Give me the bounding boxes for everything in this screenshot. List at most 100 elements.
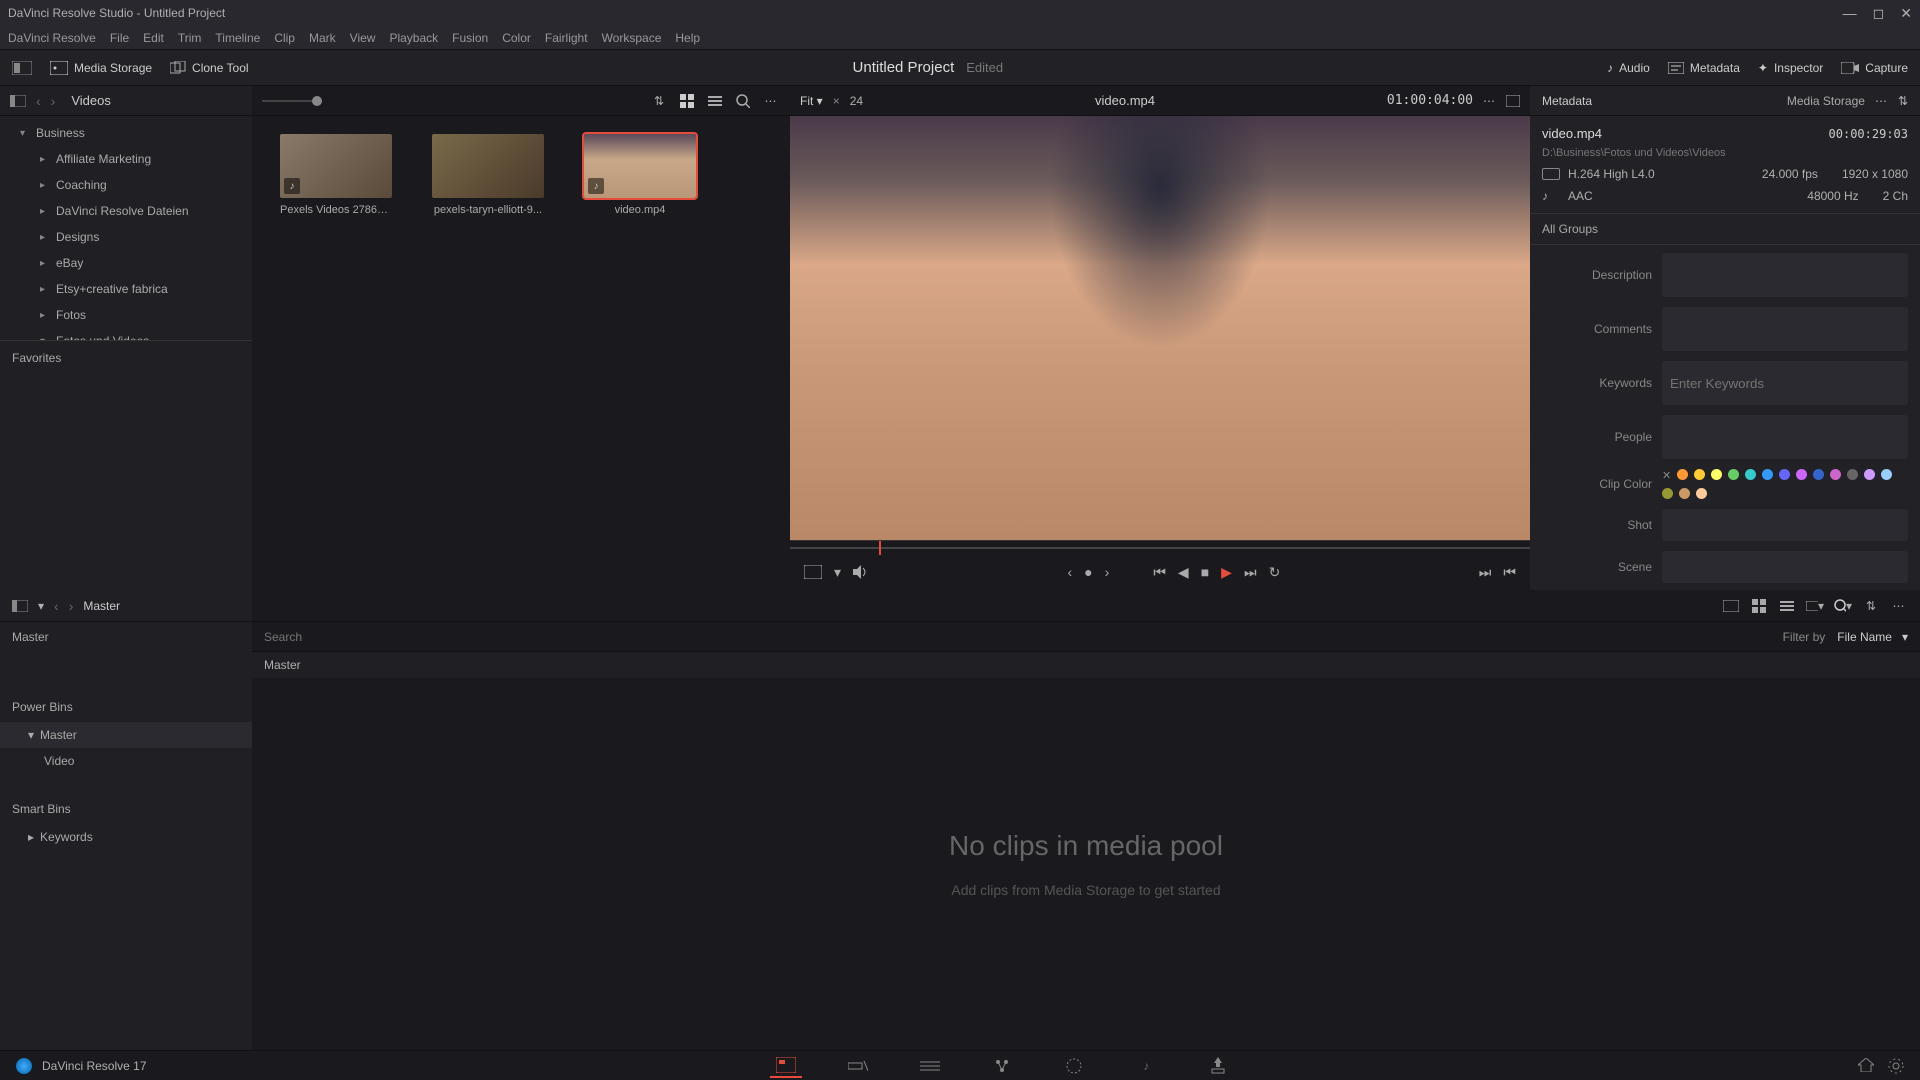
search-icon[interactable] [734,93,752,109]
menu-fairlight[interactable]: Fairlight [545,31,588,45]
fairlight-page-icon[interactable]: ♪ [1130,1054,1162,1078]
thumbnail-item[interactable]: ♪ Pexels Videos 2786S... [280,134,392,216]
color-swatch[interactable] [1679,488,1690,499]
smartbin-keywords[interactable]: ▸Keywords [0,824,252,850]
go-start-icon[interactable]: ⏮ [1153,564,1166,581]
color-swatch[interactable] [1745,469,1756,480]
menu-file[interactable]: File [110,31,129,45]
tree-item-affiliate[interactable]: ▸Affiliate Marketing [0,146,252,172]
close-button[interactable]: ✕ [1900,5,1912,22]
sort-icon[interactable]: ⇅ [650,93,668,109]
color-page-icon[interactable] [1058,1054,1090,1078]
deliver-page-icon[interactable] [1202,1054,1234,1078]
pool-search-icon[interactable]: ▾ [1834,598,1852,614]
menu-workspace[interactable]: Workspace [602,31,662,45]
inspector-button[interactable]: ✦ Inspector [1758,61,1823,75]
pool-nav-back-icon[interactable]: ‹ [54,598,59,614]
next-marker-icon[interactable]: › [1105,564,1110,580]
people-input[interactable] [1662,415,1908,459]
pool-aspect-icon[interactable]: ▾ [1806,598,1824,614]
pool-nav-forward-icon[interactable]: › [69,598,74,614]
nav-back-icon[interactable]: ‹ [36,93,41,109]
loop-icon[interactable]: ↻ [1269,564,1281,581]
viewer-expand-icon[interactable] [1506,95,1520,107]
cut-page-icon[interactable] [842,1054,874,1078]
powerbin-video[interactable]: Video [0,748,252,774]
color-swatch[interactable] [1728,469,1739,480]
menu-help[interactable]: Help [675,31,700,45]
tree-item-business[interactable]: ▾Business [0,120,252,146]
nav-forward-icon[interactable]: › [51,93,56,109]
menu-clip[interactable]: Clip [274,31,295,45]
playhead[interactable] [879,541,881,555]
viewer-more-icon[interactable]: ⋯ [1483,94,1496,108]
pool-list-icon[interactable] [1778,598,1796,614]
in-point-icon[interactable]: ⏭ [1479,564,1492,581]
powerbin-master[interactable]: ▾Master [0,722,252,748]
filter-dropdown[interactable]: File Name ▾ [1837,630,1908,644]
color-swatch[interactable] [1796,469,1807,480]
color-swatch[interactable] [1830,469,1841,480]
clone-tool-button[interactable]: Clone Tool [170,61,248,75]
prev-marker-icon[interactable]: ‹ [1068,564,1073,580]
tree-item-coaching[interactable]: ▸Coaching [0,172,252,198]
pool-panel-icon[interactable] [12,600,28,612]
thumbnail-item[interactable]: pexels-taryn-elliott-9... [432,134,544,216]
pool-dropdown-icon[interactable]: ▾ [38,599,44,613]
comments-input[interactable] [1662,307,1908,351]
color-swatch[interactable] [1694,469,1705,480]
scene-input[interactable] [1662,551,1908,583]
capture-button[interactable]: Capture [1841,61,1908,75]
pool-thumb-icon[interactable] [1722,598,1740,614]
fit-dropdown[interactable]: Fit ▾ [800,94,823,108]
color-swatch[interactable] [1762,469,1773,480]
pool-search-input[interactable] [264,630,1771,644]
menu-color[interactable]: Color [502,31,531,45]
pool-grid-icon[interactable] [1750,598,1768,614]
panel-toggle-icon[interactable] [12,61,32,75]
color-swatch[interactable] [1881,469,1892,480]
tree-item-designs[interactable]: ▸Designs [0,224,252,250]
play-icon[interactable]: ▶ [1221,564,1232,581]
grid-view-icon[interactable] [678,93,696,109]
home-icon[interactable] [1858,1058,1874,1074]
color-swatch[interactable] [1677,469,1688,480]
go-end-icon[interactable]: ⏭ [1244,564,1257,581]
settings-icon[interactable] [1888,1058,1904,1074]
play-reverse-icon[interactable]: ◀ [1178,564,1189,581]
metadata-more-icon[interactable]: ⋯ [1875,94,1888,108]
fusion-page-icon[interactable] [986,1054,1018,1078]
pool-more-icon[interactable]: ⋯ [1890,598,1908,614]
color-swatch[interactable] [1696,488,1707,499]
tree-item-fotos-videos[interactable]: ▾Fotos und Videos [0,328,252,340]
color-swatch[interactable] [1779,469,1790,480]
description-input[interactable] [1662,253,1908,297]
menu-edit[interactable]: Edit [143,31,164,45]
minimize-button[interactable]: — [1843,5,1857,22]
viewer-canvas[interactable] [790,116,1530,540]
edit-page-icon[interactable] [914,1054,946,1078]
color-swatch[interactable] [1847,469,1858,480]
viewer-mode-icon[interactable] [804,565,822,579]
menu-playback[interactable]: Playback [389,31,438,45]
metadata-button[interactable]: Metadata [1668,61,1740,75]
chevron-down-icon[interactable]: ▾ [834,564,841,581]
menu-davinci[interactable]: DaVinci Resolve [8,31,96,45]
viewer-scrubber[interactable] [790,540,1530,554]
marker-icon[interactable]: ● [1084,564,1092,580]
menu-trim[interactable]: Trim [178,31,202,45]
menu-mark[interactable]: Mark [309,31,336,45]
out-point-icon[interactable]: ⏮ [1503,564,1516,581]
more-icon[interactable]: ⋯ [762,93,780,109]
maximize-button[interactable]: ◻ [1873,5,1885,22]
master-bin[interactable]: Master [0,622,252,652]
sidebar-panel-icon[interactable] [10,95,26,107]
menu-fusion[interactable]: Fusion [452,31,488,45]
color-swatch[interactable] [1864,469,1875,480]
media-storage-button[interactable]: Media Storage [50,61,152,75]
color-swatch[interactable] [1711,469,1722,480]
pool-sort-icon[interactable]: ⇅ [1862,598,1880,614]
stop-icon[interactable]: ■ [1201,564,1209,580]
keywords-input[interactable] [1662,361,1908,405]
color-swatch[interactable] [1813,469,1824,480]
